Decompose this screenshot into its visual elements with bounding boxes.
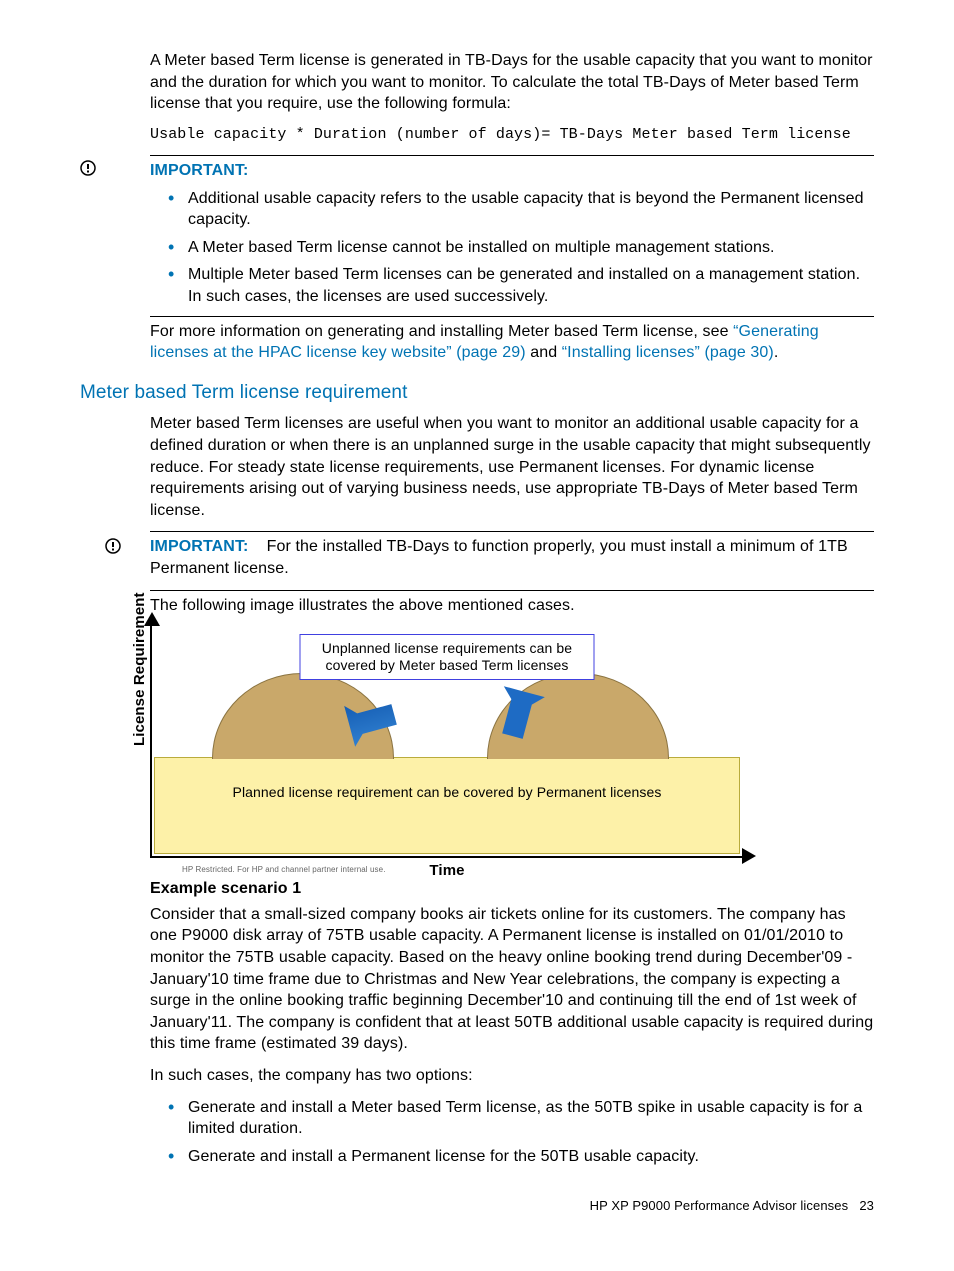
intro-paragraph: A Meter based Term license is generated … xyxy=(150,50,874,115)
page-footer: HP XP P9000 Performance Advisor licenses… xyxy=(80,1197,874,1215)
example-p1: Consider that a small-sized company book… xyxy=(150,904,874,1055)
callout-unplanned: Unplanned license requirements can be co… xyxy=(300,634,595,680)
section-title: Meter based Term license requirement xyxy=(80,380,874,406)
important-icon xyxy=(105,538,121,561)
example-option: Generate and install a Meter based Term … xyxy=(188,1097,874,1140)
planned-area: Planned license requirement can be cover… xyxy=(154,757,740,854)
planned-text: Planned license requirement can be cover… xyxy=(155,758,739,801)
formula-code: Usable capacity * Duration (number of da… xyxy=(150,125,874,145)
section-paragraph: Meter based Term licenses are useful whe… xyxy=(150,413,874,521)
important-1-item: Additional usable capacity refers to the… xyxy=(188,188,874,231)
figure-intro: The following image illustrates the abov… xyxy=(150,595,874,617)
important-2: IMPORTANT: For the installed TB-Days to … xyxy=(150,536,874,579)
important-label-2: IMPORTANT: xyxy=(150,538,248,555)
important-label-1: IMPORTANT: xyxy=(150,160,874,182)
arrow-to-bump-2 xyxy=(482,684,552,754)
arrow-to-bump-1 xyxy=(342,684,412,754)
link-installing-licenses[interactable]: “Installing licenses” (page 30) xyxy=(562,344,774,361)
example-option: Generate and install a Permanent license… xyxy=(188,1146,874,1168)
more-info-paragraph: For more information on generating and i… xyxy=(150,321,874,364)
x-axis-label: Time xyxy=(429,861,464,881)
license-requirement-figure: License Requirement Time Unplanned licen… xyxy=(150,626,742,858)
important-icon xyxy=(80,160,96,183)
example-heading: Example scenario 1 xyxy=(150,878,874,900)
figure-footnote: HP Restricted. For HP and channel partne… xyxy=(182,865,386,876)
example-p2: In such cases, the company has two optio… xyxy=(150,1065,874,1087)
important-1-item: Multiple Meter based Term licenses can b… xyxy=(188,264,874,307)
y-axis-label: License Requirement xyxy=(130,593,150,747)
important-1-item: A Meter based Term license cannot be ins… xyxy=(188,237,874,259)
